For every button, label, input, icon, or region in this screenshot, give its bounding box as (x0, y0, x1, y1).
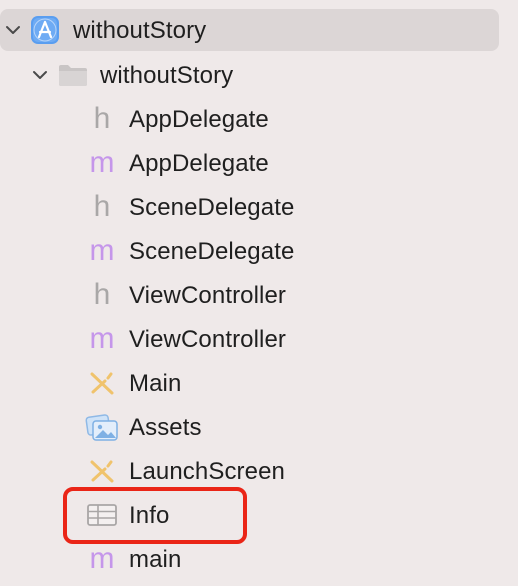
chevron-down-icon[interactable] (2, 19, 24, 41)
file-row-viewcontroller-m[interactable]: m ViewController (0, 317, 499, 361)
file-label: AppDelegate (129, 150, 269, 177)
app-project-icon (28, 13, 62, 47)
file-label: LaunchScreen (129, 458, 285, 485)
file-row-main-storyboard[interactable]: Main (0, 361, 499, 405)
storyboard-icon (85, 366, 119, 400)
file-row-viewcontroller-h[interactable]: h ViewController (0, 273, 499, 317)
group-row[interactable]: withoutStory (0, 53, 499, 97)
group-label: withoutStory (100, 62, 234, 89)
file-row-scenedelegate-h[interactable]: h SceneDelegate (0, 185, 499, 229)
file-row-scenedelegate-m[interactable]: m SceneDelegate (0, 229, 499, 273)
objc-implementation-icon: m (89, 322, 115, 355)
file-label: SceneDelegate (129, 194, 295, 221)
objc-implementation-icon: m (89, 234, 115, 267)
storyboard-icon (85, 454, 119, 488)
header-file-icon: h (93, 278, 111, 311)
project-label: withoutStory (73, 17, 207, 44)
header-file-icon: h (93, 102, 111, 135)
file-label: ViewController (129, 326, 287, 353)
objc-implementation-icon: m (89, 542, 115, 575)
highlight-annotation-box (63, 487, 247, 544)
header-file-icon: h (93, 190, 111, 223)
objc-implementation-icon: m (89, 146, 115, 179)
asset-catalog-icon (85, 410, 119, 444)
file-label: AppDelegate (129, 106, 269, 133)
file-row-appdelegate-m[interactable]: m AppDelegate (0, 141, 499, 185)
file-label: Main (129, 370, 182, 397)
folder-icon (56, 58, 90, 92)
file-row-appdelegate-h[interactable]: h AppDelegate (0, 97, 499, 141)
project-row[interactable]: withoutStory (0, 9, 499, 51)
file-label: ViewController (129, 282, 287, 309)
file-label: Assets (129, 414, 202, 441)
file-label: main (129, 546, 182, 573)
chevron-down-icon[interactable] (29, 64, 51, 86)
file-label: SceneDelegate (129, 238, 295, 265)
file-row-assets[interactable]: Assets (0, 405, 499, 449)
